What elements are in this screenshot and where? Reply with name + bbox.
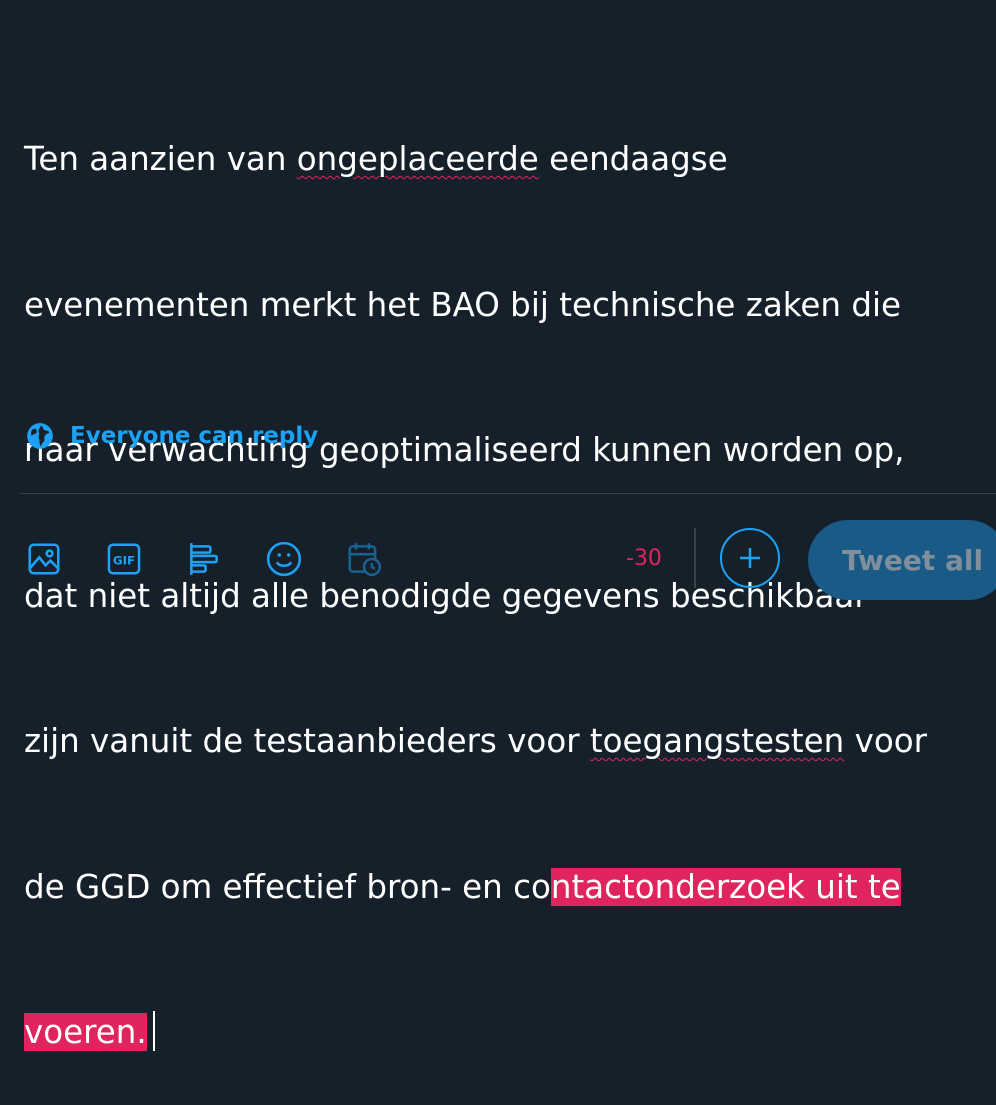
gif-icon: GIF (107, 543, 141, 575)
add-gif-button[interactable]: GIF (104, 536, 144, 582)
tweet-all-button[interactable]: Tweet all (808, 520, 996, 600)
schedule-icon (348, 543, 382, 577)
add-media-button[interactable] (24, 536, 64, 582)
text-line: zijn vanuit de testaanbieders voor toega… (24, 722, 927, 760)
reply-settings-label: Everyone can reply (70, 423, 319, 449)
image-icon (28, 543, 60, 575)
add-poll-button[interactable] (184, 536, 224, 582)
plus-icon (740, 548, 760, 568)
character-counter: -30 (626, 546, 662, 571)
compose-toolbar: GIF (24, 536, 384, 582)
text-line: evenementen merkt het BAO bij technische… (24, 285, 901, 324)
add-emoji-button[interactable] (264, 536, 304, 582)
emoji-icon (266, 541, 302, 577)
toolbar-separator (694, 528, 696, 588)
misspelled-word[interactable]: ongeplaceerde (297, 140, 539, 178)
schedule-button[interactable] (344, 536, 384, 582)
text-line: Ten aanzien van ongeplaceerde eendaagse (24, 140, 728, 178)
misspelled-word[interactable]: toegangstesten (590, 722, 844, 760)
text-caret (152, 1011, 155, 1051)
reply-settings-button[interactable]: Everyone can reply (26, 422, 318, 450)
divider (20, 493, 996, 494)
poll-icon (190, 543, 218, 575)
svg-text:GIF: GIF (113, 554, 135, 568)
overflow-text: ntactonderzoek uit te (550, 867, 901, 906)
globe-icon (27, 423, 53, 449)
overflow-text: voeren. (24, 1013, 147, 1051)
text-line: voeren. (24, 1008, 996, 1057)
text-line: de GGD om effectief bron- en contactonde… (24, 867, 901, 906)
add-tweet-button[interactable] (720, 528, 780, 588)
